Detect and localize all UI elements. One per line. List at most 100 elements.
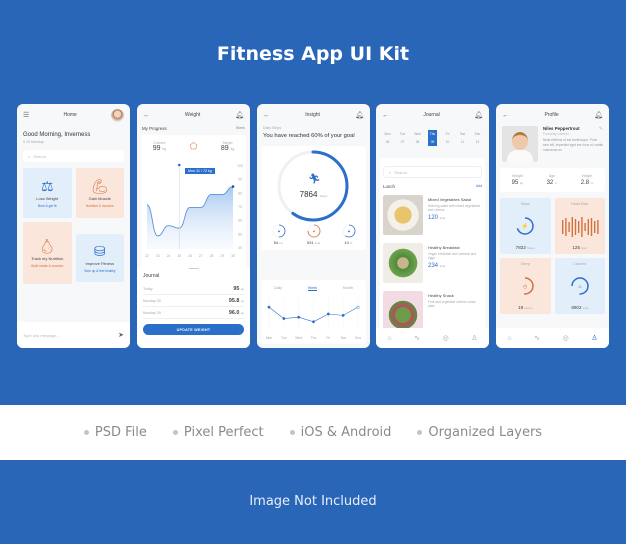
profile-photo <box>502 126 538 162</box>
day-tue[interactable]: Tue 07 <box>398 130 407 146</box>
weight-chart-card: Current 99 kg ⬠ Target 89 kg 22 23 24 25 26 2… <box>141 135 246 273</box>
edit-icon[interactable]: ✎ <box>599 126 603 132</box>
x-tick-label: 22 <box>145 254 149 258</box>
data-point <box>282 317 286 321</box>
scale-icon: ⚖ <box>40 177 54 194</box>
chart-tooltip: Mon 31 / 72 kg <box>185 168 215 174</box>
x-tick-label: Wed <box>295 336 302 340</box>
screen-title: Insight <box>305 112 320 118</box>
tile-track-nutrition[interactable]: 🍐︎ Track my Nutrition Build meals & musc… <box>23 222 72 284</box>
tile-loss-weight[interactable]: ⚖ Loss Weight Burn & get fit <box>23 168 72 218</box>
calories-ring: ♨ <box>571 276 589 295</box>
tab-daily[interactable]: Daily <box>274 286 282 291</box>
period-selector[interactable]: Week <box>236 126 245 131</box>
profile-icon[interactable]: ♙ <box>471 334 477 342</box>
update-weight-button[interactable]: UPDATE WEIGHT <box>143 324 244 335</box>
tab-month[interactable]: Month <box>343 286 353 291</box>
bottom-nav: ⌂ ∿ ◎ ♙ <box>376 328 489 348</box>
activity-icon[interactable]: ∿ <box>414 334 420 342</box>
tile-gain-muscle[interactable]: 💪︎ Gain Muscle Nutrition & muscles <box>75 168 124 218</box>
screen-title: Journal <box>423 112 440 118</box>
back-arrow-icon[interactable]: ← <box>263 112 270 119</box>
scale-icon: ⬠ <box>189 141 198 151</box>
pear-icon: 🍐︎ <box>38 237 57 254</box>
heart-rate-bar <box>574 218 576 235</box>
x-tick-label: 24 <box>167 254 171 258</box>
back-arrow-icon[interactable]: ← <box>502 112 509 119</box>
day-wed[interactable]: Wed 08 <box>413 130 422 146</box>
x-tick-label: 23 <box>156 254 160 258</box>
day-thu[interactable]: Thu 09 <box>428 130 437 146</box>
add-button[interactable]: Add <box>476 184 482 189</box>
home-screen: ☰ Home Good Morning, Inverness 9 15 Mond… <box>17 104 130 348</box>
journal-row: Today 95 kg <box>143 283 244 295</box>
journal-title: Journal <box>143 273 160 279</box>
day-fri[interactable]: Fri 10 <box>443 130 452 146</box>
bell-icon[interactable]: 🔔︎ <box>594 112 603 119</box>
day-mon[interactable]: Mon 06 <box>383 130 392 146</box>
svg-text:◷: ◷ <box>523 284 528 290</box>
food-item[interactable]: Healthy Breakfast Vegan breakfast with oa… <box>380 241 485 287</box>
avatar[interactable] <box>111 108 124 122</box>
y-tick-label: 70 <box>238 205 242 209</box>
activity-icon[interactable]: ∿ <box>534 334 540 342</box>
day-sat[interactable]: Sat 11 <box>458 130 467 146</box>
tile-steps[interactable]: Steps ⚡ 7832 Steps <box>500 198 551 254</box>
heart-rate-bar <box>587 218 589 235</box>
feature-item: PSD File <box>83 425 147 440</box>
heart-rate-bar <box>564 217 567 236</box>
y-tick-label: 40 <box>238 246 242 250</box>
food-item[interactable]: Mixed Vegetables Salad Morning salad with… <box>380 193 485 239</box>
food-image <box>383 291 423 331</box>
svg-text:⚡: ⚡ <box>522 222 529 230</box>
clock-icon: ● <box>347 229 350 234</box>
location-icon[interactable]: ◎ <box>443 334 449 342</box>
x-tick-label: 30 <box>231 254 235 258</box>
svg-text:♨: ♨ <box>578 284 582 290</box>
home-icon[interactable]: ⌂ <box>387 335 391 342</box>
bell-icon[interactable]: 🔔︎ <box>235 112 244 119</box>
tile-sleep[interactable]: Sleep ◷ 19 Hours <box>500 258 551 314</box>
page-title: Fitness App UI Kit <box>216 43 410 65</box>
tile-heart-rate[interactable]: Heart Rate 125 bpm <box>554 198 605 254</box>
x-tick-label: 25 <box>177 254 181 258</box>
day-sun[interactable]: Sun 12 <box>473 130 482 146</box>
profile-stats: Weight 95 kg Age 32 yr Height 2.8 m <box>500 168 605 192</box>
meal-list: ⌕ Search Lunch Add Mixed Vegetables Sala… <box>380 158 485 338</box>
search-input[interactable]: ⌕ Search <box>23 150 124 162</box>
message-input[interactable]: Type any message... ➤ <box>17 322 130 348</box>
feature-item: iOS & Android <box>289 425 391 440</box>
menu-icon[interactable]: ☰ <box>23 112 29 119</box>
drag-handle[interactable] <box>188 268 199 269</box>
bell-icon[interactable]: 🔔︎ <box>355 112 364 119</box>
bottom-nav: ⌂ ∿ ◎ ♙ <box>496 328 609 348</box>
tile-improve-fitness[interactable]: ⛁ Improve Fitness Tone up & feel healthy <box>75 234 124 282</box>
journal-panel: Journal Today 95 kg Monday 30 95.8 kg Mond… <box>137 266 250 348</box>
runner-icon: 🏃︎ <box>308 174 321 186</box>
x-tick-label: Fri <box>326 336 330 340</box>
heart-rate-bar <box>596 219 599 234</box>
heart-rate-bar <box>571 216 573 237</box>
y-tick-label: 80 <box>238 191 242 195</box>
headline: You have reached 60% of your goal <box>263 133 355 139</box>
food-image <box>383 195 423 235</box>
screen-title: Profile <box>544 112 559 118</box>
bell-icon[interactable]: 🔔︎ <box>474 112 483 119</box>
back-arrow-icon[interactable]: ← <box>143 112 150 119</box>
x-tick-label: Sat <box>341 336 346 340</box>
send-icon[interactable]: ➤ <box>118 332 124 339</box>
tab-week[interactable]: Week <box>307 286 318 291</box>
journal-row: Monday 29 96.0 kg <box>143 307 244 319</box>
search-input[interactable]: ⌕ Search <box>383 166 482 178</box>
profile-icon[interactable]: ♙ <box>591 334 597 342</box>
location-icon[interactable]: ◎ <box>563 334 569 342</box>
data-point <box>231 185 235 188</box>
back-arrow-icon[interactable]: ← <box>382 112 389 119</box>
tile-calories[interactable]: Calories ♨ 8902 kcal <box>554 258 605 314</box>
footer-note: Image Not Included <box>249 494 377 509</box>
home-icon[interactable]: ⌂ <box>507 335 511 342</box>
x-tick-label: Tue <box>281 336 287 340</box>
steps-ring: ⚡ <box>516 216 534 235</box>
search-icon: ⌕ <box>28 153 31 159</box>
area-fill <box>147 186 233 249</box>
